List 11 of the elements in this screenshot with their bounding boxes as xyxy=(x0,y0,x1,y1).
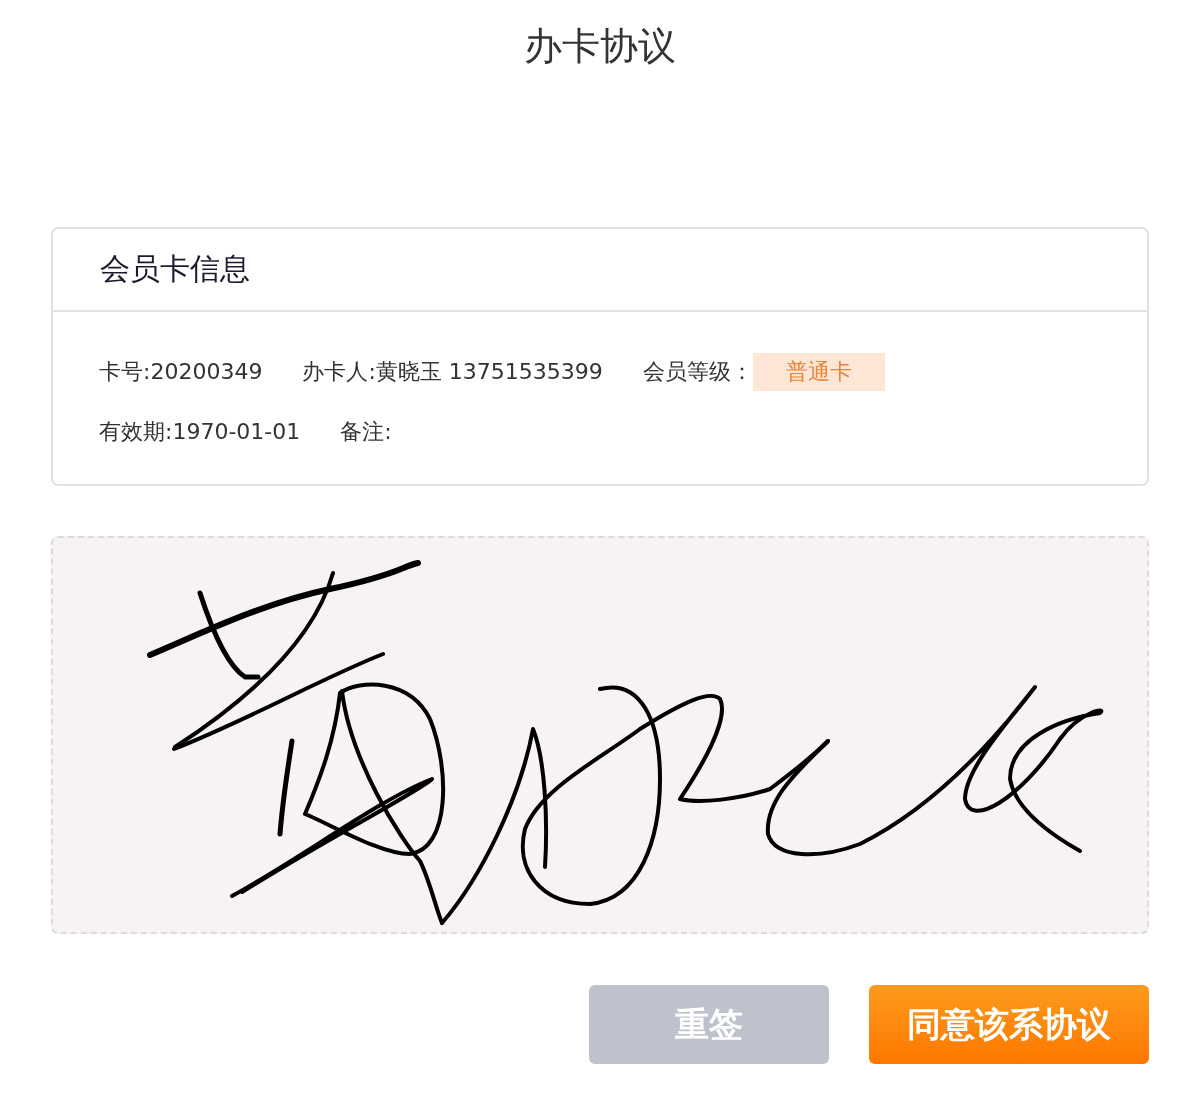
agree-button[interactable]: 同意该系协议 xyxy=(869,985,1149,1064)
re-sign-button[interactable]: 重签 xyxy=(589,985,829,1064)
card-heading: 会员卡信息 xyxy=(100,250,250,288)
info-text: 办卡人:黄晓玉 13751535399 xyxy=(302,358,603,386)
info-text: 备注: xyxy=(340,418,392,446)
info-text: 会员等级： xyxy=(642,358,753,386)
info-text: 卡号:20200349 xyxy=(99,358,263,386)
level-tag: 普通卡 xyxy=(752,353,885,391)
page-title: 办卡协议 xyxy=(524,23,676,70)
info-text: 有效期:1970-01-01 xyxy=(99,418,301,446)
signature-pad[interactable] xyxy=(51,536,1149,934)
